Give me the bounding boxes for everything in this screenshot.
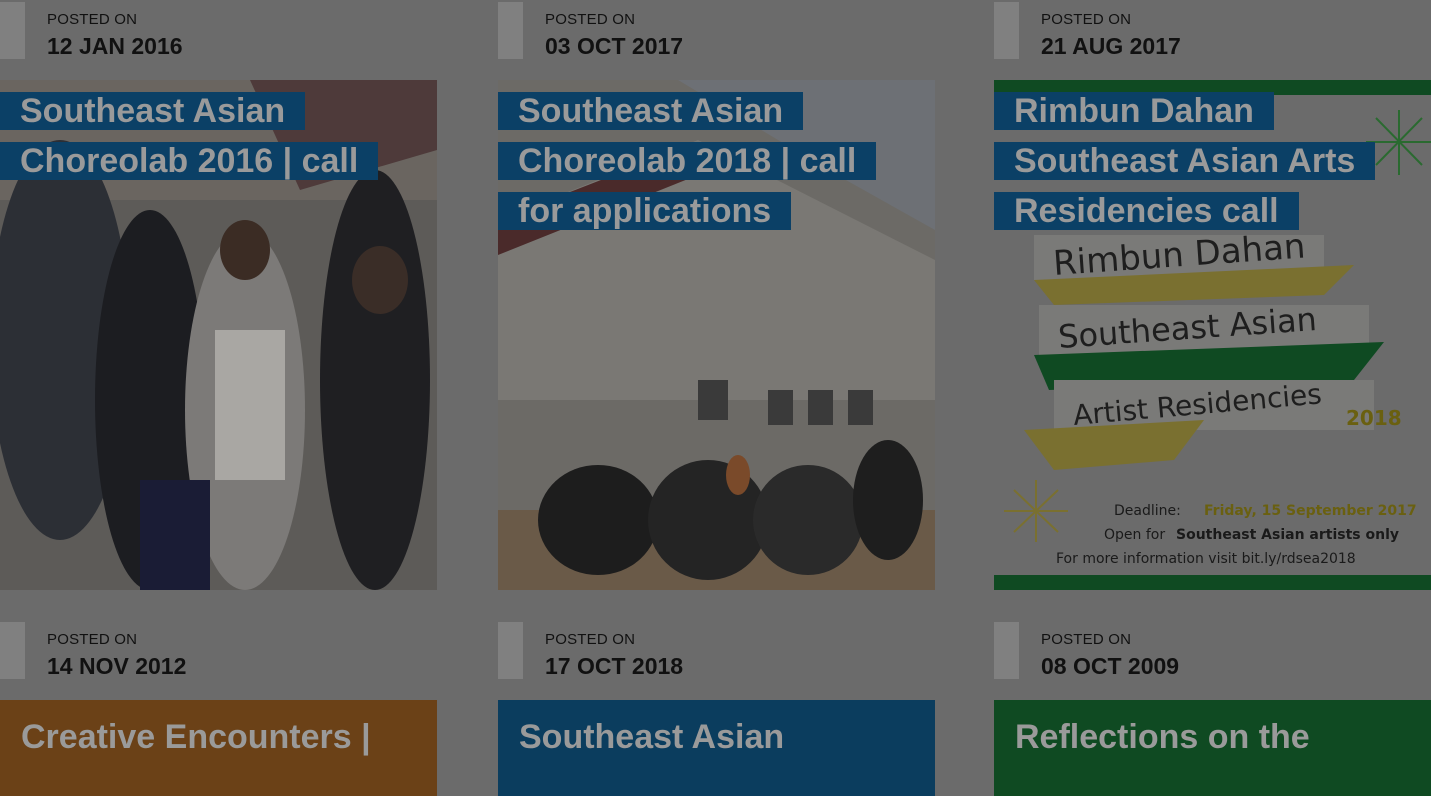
posted-on-label: POSTED ON: [545, 11, 636, 28]
post-image[interactable]: Southeast Asian Choreolab 2016 | call: [0, 80, 437, 590]
post-meta: POSTED ON 17 OCT 2018: [498, 620, 935, 680]
posted-on-label: POSTED ON: [1041, 631, 1132, 648]
post-meta: POSTED ON 21 AUG 2017: [994, 0, 1431, 60]
poster-open-label: Open for: [1104, 527, 1165, 543]
post-title[interactable]: Southeast Asian Choreolab 2016 | call: [0, 86, 400, 186]
post-card-5[interactable]: Southeast Asian: [498, 700, 935, 796]
post-meta: POSTED ON 08 OCT 2009: [994, 620, 1431, 680]
posted-on-label: POSTED ON: [1041, 11, 1132, 28]
poster-deadline-value: Friday, 15 September 2017: [1204, 503, 1417, 519]
meta-bar: [994, 2, 1019, 59]
posted-on-label: POSTED ON: [545, 631, 636, 648]
post-date: 08 OCT 2009: [1041, 653, 1180, 679]
post-card-1[interactable]: POSTED ON 12 JAN 2016 Southeast Asian Ch…: [0, 0, 437, 590]
post-title[interactable]: Rimbun Dahan Southeast Asian Arts Reside…: [994, 86, 1394, 236]
post-date: 03 OCT 2017: [545, 33, 684, 59]
post-card-6[interactable]: Reflections on the: [994, 700, 1431, 796]
meta-bar: [0, 622, 25, 679]
post-card-4[interactable]: Creative Encounters |: [0, 700, 437, 796]
post-card-3[interactable]: POSTED ON 21 AUG 2017 Rimbun Dahan South…: [994, 0, 1431, 590]
meta-bar: [0, 2, 25, 59]
post-image[interactable]: Southeast Asian Choreolab 2018 | call fo…: [498, 80, 935, 590]
posted-on-label: POSTED ON: [47, 631, 138, 648]
poster-year: 2018: [1346, 406, 1402, 430]
post-date: 21 AUG 2017: [1041, 33, 1181, 59]
post-title[interactable]: Southeast Asian: [519, 718, 784, 757]
meta-bar: [498, 2, 523, 59]
post-title[interactable]: Creative Encounters |: [21, 718, 371, 757]
post-meta: POSTED ON 12 JAN 2016: [0, 0, 437, 60]
post-date: 14 NOV 2012: [47, 653, 187, 679]
poster-deadline-label: Deadline:: [1114, 503, 1181, 519]
poster-open-value: Southeast Asian artists only: [1176, 527, 1399, 543]
post-image[interactable]: Rimbun Dahan Southeast Asian Artist Resi…: [994, 80, 1431, 590]
meta-bar: [994, 622, 1019, 679]
meta-bar: [498, 622, 523, 679]
star-icon: [1004, 480, 1068, 542]
poster-info: For more information visit bit.ly/rdsea2…: [1056, 551, 1356, 567]
post-date: 17 OCT 2018: [545, 653, 684, 679]
post-date: 12 JAN 2016: [47, 33, 183, 59]
post-meta: POSTED ON 14 NOV 2012: [0, 620, 437, 680]
post-meta: POSTED ON 03 OCT 2017: [498, 0, 935, 60]
posted-on-label: POSTED ON: [47, 11, 138, 28]
post-card-2[interactable]: POSTED ON 03 OCT 2017 Southeast Asian Ch…: [498, 0, 935, 590]
post-title[interactable]: Reflections on the: [1015, 718, 1310, 757]
post-title[interactable]: Southeast Asian Choreolab 2018 | call fo…: [498, 86, 898, 236]
